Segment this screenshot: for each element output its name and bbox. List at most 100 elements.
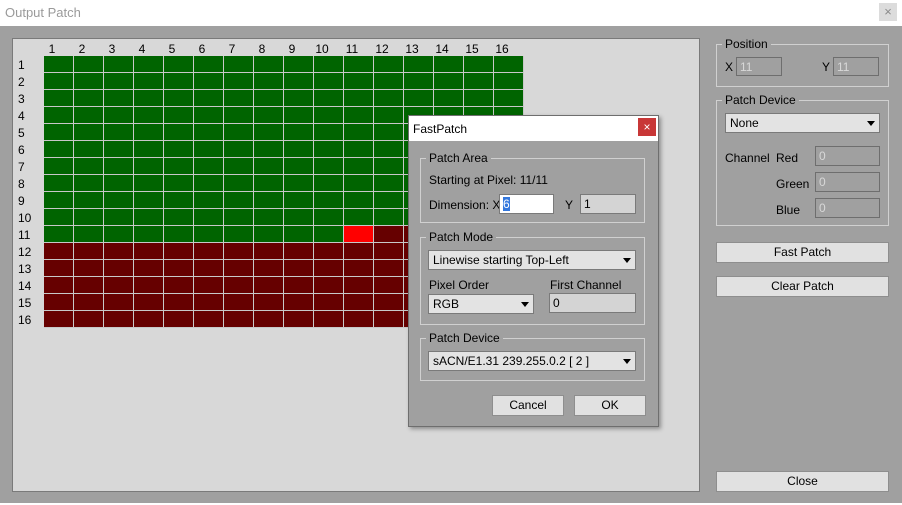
pixel-cell[interactable] [164,294,194,311]
pixel-cell[interactable] [434,73,464,90]
pixel-cell[interactable] [134,294,164,311]
pixel-cell[interactable] [104,90,134,107]
pixel-cell[interactable] [284,311,314,328]
pixel-cell[interactable] [44,209,74,226]
pixel-cell[interactable] [44,175,74,192]
pixel-cell[interactable] [284,56,314,73]
pixel-cell[interactable] [284,141,314,158]
pixel-cell[interactable] [464,73,494,90]
pixel-cell[interactable] [104,277,134,294]
pixel-cell[interactable] [404,56,434,73]
pixel-cell[interactable] [254,277,284,294]
pixel-cell[interactable] [254,260,284,277]
pixel-cell[interactable] [254,294,284,311]
pixel-cell[interactable] [254,73,284,90]
red-channel-field[interactable]: 0 [815,146,880,166]
pixel-cell[interactable] [194,175,224,192]
pixel-cell[interactable] [404,73,434,90]
pixel-cell[interactable] [134,158,164,175]
pixel-cell[interactable] [164,243,194,260]
pixel-cell[interactable] [44,243,74,260]
pixel-cell[interactable] [44,192,74,209]
pixel-cell[interactable] [344,56,374,73]
pixel-cell[interactable] [344,141,374,158]
pixel-cell[interactable] [374,107,404,124]
pixel-cell[interactable] [164,209,194,226]
pixel-cell[interactable] [74,311,104,328]
pixel-cell[interactable] [374,73,404,90]
pixel-cell[interactable] [344,311,374,328]
pixel-cell[interactable] [224,141,254,158]
pixel-cell[interactable] [224,192,254,209]
pixel-cell[interactable] [254,192,284,209]
pixel-cell[interactable] [134,243,164,260]
pixel-cell[interactable] [254,124,284,141]
pixel-cell[interactable] [104,260,134,277]
pixel-cell[interactable] [374,141,404,158]
pixel-cell[interactable] [44,73,74,90]
pixel-cell[interactable] [374,124,404,141]
pixel-cell[interactable] [134,175,164,192]
pixel-cell[interactable] [194,226,224,243]
pixel-cell[interactable] [164,158,194,175]
pixel-cell[interactable] [104,294,134,311]
pixel-cell[interactable] [74,90,104,107]
pixel-cell[interactable] [224,243,254,260]
pixel-cell[interactable] [104,73,134,90]
pixel-cell[interactable] [284,107,314,124]
pixel-cell[interactable] [194,107,224,124]
pixel-cell[interactable] [134,226,164,243]
pixel-cell[interactable] [194,124,224,141]
pixel-cell[interactable] [134,311,164,328]
pixel-cell[interactable] [194,311,224,328]
pixel-cell[interactable] [314,107,344,124]
pixel-cell[interactable] [224,175,254,192]
pixel-cell[interactable] [344,277,374,294]
pixel-cell[interactable] [164,124,194,141]
pixel-cell[interactable] [194,192,224,209]
pixel-cell[interactable] [254,141,284,158]
pixel-cell[interactable] [344,226,374,243]
dimension-y-input[interactable]: 1 [580,194,636,214]
pixel-cell[interactable] [164,90,194,107]
pixel-cell[interactable] [164,226,194,243]
pixel-cell[interactable] [194,141,224,158]
dimension-x-input[interactable]: 6 [499,194,554,214]
fast-patch-button[interactable]: Fast Patch [716,242,889,263]
pixel-cell[interactable] [374,192,404,209]
dialog-patch-device-dropdown[interactable]: sACN/E1.31 239.255.0.2 [ 2 ] [428,351,636,371]
pixel-cell[interactable] [194,209,224,226]
blue-channel-field[interactable]: 0 [815,198,880,218]
pixel-cell[interactable] [224,107,254,124]
pixel-cell[interactable] [374,209,404,226]
pixel-cell[interactable] [374,277,404,294]
pixel-cell[interactable] [44,260,74,277]
pixel-cell[interactable] [254,56,284,73]
pixel-cell[interactable] [314,192,344,209]
pixel-cell[interactable] [374,260,404,277]
pixel-cell[interactable] [194,260,224,277]
pixel-cell[interactable] [194,277,224,294]
pixel-cell[interactable] [404,90,434,107]
pixel-cell[interactable] [134,90,164,107]
pixel-cell[interactable] [74,294,104,311]
pixel-cell[interactable] [44,294,74,311]
pixel-cell[interactable] [374,243,404,260]
pixel-cell[interactable] [314,158,344,175]
pixel-cell[interactable] [254,175,284,192]
pixel-cell[interactable] [224,56,254,73]
pixel-cell[interactable] [44,107,74,124]
pixel-cell[interactable] [104,192,134,209]
pixel-cell[interactable] [284,260,314,277]
cancel-button[interactable]: Cancel [492,395,564,416]
pixel-cell[interactable] [224,73,254,90]
pixel-cell[interactable] [224,158,254,175]
pixel-cell[interactable] [314,311,344,328]
pixel-cell[interactable] [254,90,284,107]
pixel-cell[interactable] [314,73,344,90]
pixel-cell[interactable] [344,175,374,192]
pixel-cell[interactable] [74,277,104,294]
pixel-cell[interactable] [44,56,74,73]
pixel-cell[interactable] [314,226,344,243]
pixel-cell[interactable] [104,226,134,243]
